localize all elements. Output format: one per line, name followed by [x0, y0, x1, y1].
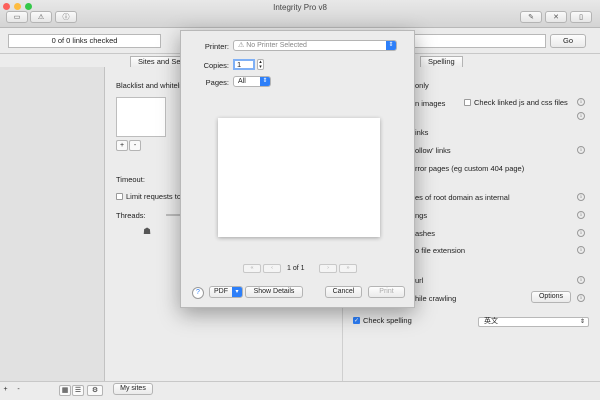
pages-select[interactable]: All ⇕ — [233, 76, 271, 87]
threads-label: Threads: — [116, 211, 146, 220]
double-chevron-right-icon: » — [346, 265, 350, 271]
printer-icon: ▭ — [13, 14, 21, 21]
timeout-label: Timeout: — [116, 175, 145, 184]
page-indicator: 1 of 1 — [287, 265, 305, 272]
check-spelling-label: Check spelling — [363, 316, 412, 325]
add-site-button[interactable]: + — [1, 385, 10, 396]
window-title: Integrity Pro v8 — [273, 3, 327, 12]
remove-site-button[interactable]: - — [14, 385, 23, 396]
copies-stepper[interactable]: ▴ ▾ — [257, 59, 264, 70]
settings-toolbar-button[interactable]: ✕ — [545, 11, 567, 23]
setting-ngs-label: ngs — [415, 211, 428, 220]
printer-label: Printer: — [204, 42, 229, 51]
chevron-right-icon: › — [327, 265, 329, 271]
check-linked-js-css-checkbox[interactable] — [464, 99, 471, 106]
chevron-left-icon: ‹ — [271, 265, 273, 271]
print-button[interactable]: Print — [368, 286, 405, 298]
chevron-updown-icon: ⇕ — [260, 77, 270, 86]
url-input[interactable] — [408, 34, 546, 48]
chevron-updown-icon: ⇕ — [386, 41, 396, 50]
warnings-toolbar-button[interactable]: ⚠ — [30, 11, 52, 23]
printer-value: No Printer Selected — [246, 42, 307, 49]
add-rule-button[interactable]: + — [116, 140, 128, 151]
print-preview-page — [218, 118, 380, 237]
info-icon: ⓘ — [62, 14, 70, 21]
list-icon: ☰ — [74, 387, 82, 394]
tools-toolbar-button[interactable]: ✎ — [520, 11, 542, 23]
info-icon[interactable]: i — [577, 146, 585, 154]
subdomains-internal-label: es of root domain as internal — [415, 193, 510, 202]
warning-icon: ⚠ — [238, 42, 247, 49]
info-icon[interactable]: i — [577, 229, 585, 237]
error-pages-label: rror pages (eg custom 404 page) — [415, 164, 525, 173]
help-button[interactable]: ? — [192, 287, 204, 299]
print-toolbar-button[interactable]: ▭ — [6, 11, 28, 23]
pdf-menu-button[interactable]: PDF ▾ — [209, 286, 243, 298]
info-toolbar-button[interactable]: ⓘ — [55, 11, 77, 23]
remove-rule-button[interactable]: - — [129, 140, 141, 151]
setting-only-label: only — [415, 81, 429, 90]
no-file-extension-label: o file extension — [415, 246, 466, 255]
gear-icon: ⚙ — [91, 387, 99, 394]
options-button[interactable]: Options — [531, 291, 571, 303]
grid-view-button[interactable]: ▦ — [59, 385, 71, 396]
pages-label: Pages: — [205, 78, 229, 87]
sidebar-icon: ▯ — [579, 14, 583, 21]
nofollow-links-label: ollow' links — [415, 146, 451, 155]
setting-slashes-label: ashes — [415, 229, 436, 238]
go-button[interactable]: Go — [550, 34, 586, 48]
copies-label: Copies: — [203, 61, 229, 70]
info-icon[interactable]: i — [577, 211, 585, 219]
next-page-button[interactable]: › — [319, 264, 337, 273]
check-spelling-checkbox[interactable]: ✓ — [353, 317, 360, 324]
setting-url-label: url — [415, 276, 424, 285]
info-icon[interactable]: i — [577, 294, 585, 302]
check-linked-js-css-label: Check linked js and css files — [474, 98, 568, 107]
printer-select[interactable]: ⚠ No Printer Selected ⇕ — [233, 40, 397, 51]
while-crawling-label: hile crawling — [415, 294, 457, 303]
show-details-button[interactable]: Show Details — [245, 286, 303, 298]
blacklist-label: Blacklist and whiteli — [116, 81, 182, 90]
spelling-language-value: 英文 — [484, 318, 498, 325]
sidebar-toggle-button[interactable]: ▯ — [570, 11, 592, 23]
first-page-button[interactable]: « — [243, 264, 261, 273]
setting-links-label: inks — [415, 128, 429, 137]
info-icon[interactable]: i — [577, 98, 585, 106]
limit-requests-label: Limit requests to — [126, 192, 182, 201]
limit-requests-checkbox[interactable] — [116, 193, 123, 200]
info-icon[interactable]: i — [577, 246, 585, 254]
print-dialog: Printer: ⚠ No Printer Selected ⇕ Copies:… — [180, 30, 415, 308]
settings-icon: ✕ — [553, 14, 559, 21]
action-menu-button[interactable]: ⚙ — [87, 385, 103, 396]
grid-icon: ▦ — [61, 387, 69, 394]
sites-sidebar[interactable] — [0, 67, 105, 381]
links-checked-status: 0 of 0 links checked — [8, 34, 161, 48]
previous-page-button[interactable]: ‹ — [263, 264, 281, 273]
chevron-down-icon: ▾ — [232, 287, 242, 297]
warning-icon: ⚠ — [37, 14, 45, 21]
spelling-language-select[interactable]: 英文 ⇕ — [478, 317, 589, 327]
my-sites-button[interactable]: My sites — [113, 383, 153, 395]
check-images-label: n images — [415, 99, 446, 108]
pdf-label: PDF — [214, 288, 228, 295]
chevron-updown-icon: ⇕ — [579, 319, 585, 325]
info-icon[interactable]: i — [577, 193, 585, 201]
double-chevron-left-icon: « — [250, 265, 254, 271]
cancel-button[interactable]: Cancel — [325, 286, 362, 298]
pages-value: All — [238, 78, 246, 85]
info-icon[interactable]: i — [577, 276, 585, 284]
info-icon[interactable]: i — [577, 112, 585, 120]
blacklist-list[interactable] — [116, 97, 166, 137]
tools-icon: ✎ — [528, 14, 534, 21]
list-view-button[interactable]: ☰ — [72, 385, 84, 396]
turtle-icon: ☗ — [143, 226, 152, 236]
last-page-button[interactable]: » — [339, 264, 357, 273]
copies-input[interactable]: 1 — [233, 59, 255, 70]
title-bar: Integrity Pro v8 ▭ ⚠ ⓘ ✎ ✕ ▯ — [0, 0, 600, 28]
